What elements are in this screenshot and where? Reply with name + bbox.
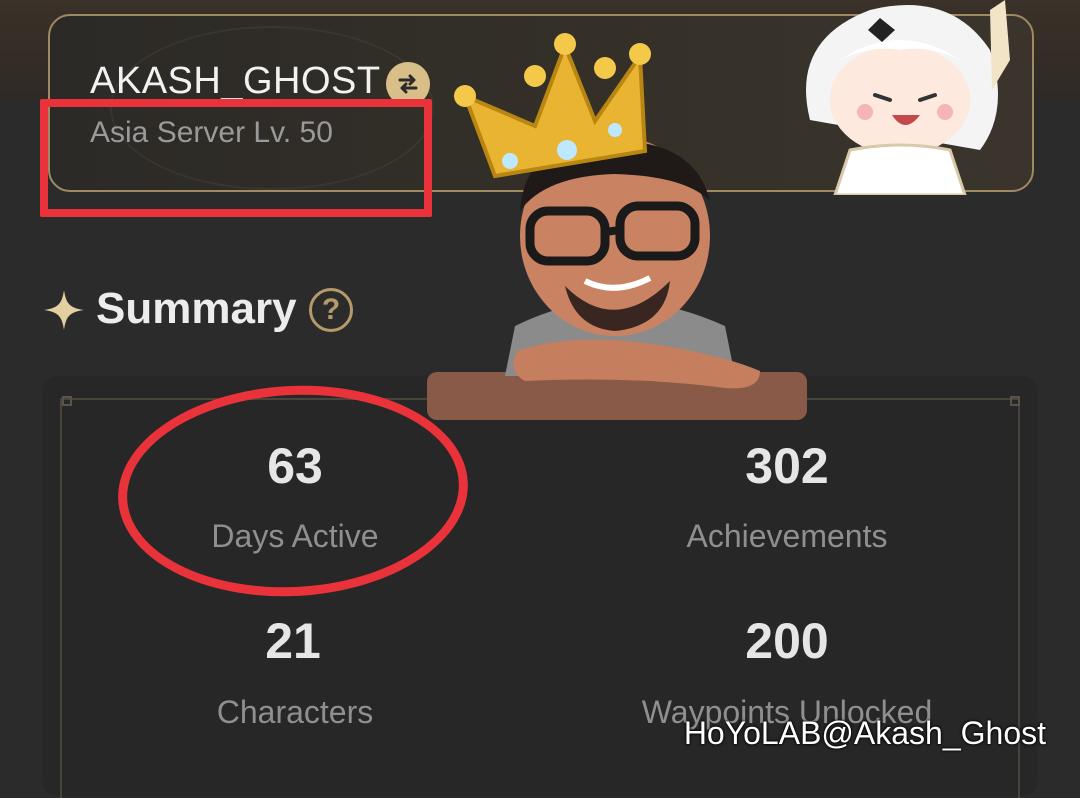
stat-waypoints-value: 200: [745, 613, 829, 669]
watermark: HoYoLAB@Akash_Ghost: [683, 715, 1046, 751]
stat-achievements-value: 302: [745, 438, 829, 494]
summary-title: Summary: [96, 284, 297, 333]
question-circle-icon[interactable]: ?: [309, 288, 353, 332]
sparkle-icon: [44, 290, 84, 330]
memoji-avatar-sticker: [427, 33, 807, 420]
frame-corner-ornament: [1010, 396, 1020, 406]
frame-corner-ornament: [62, 396, 72, 406]
stat-achievements-label: Achievements: [686, 518, 888, 554]
chibi-character-sticker: [806, 0, 1010, 195]
stat-characters-label: Characters: [216, 694, 374, 730]
annotation-red-box: [40, 99, 432, 217]
username: AKASH_GHOST: [90, 60, 381, 102]
stat-characters-value: 21: [265, 613, 321, 669]
